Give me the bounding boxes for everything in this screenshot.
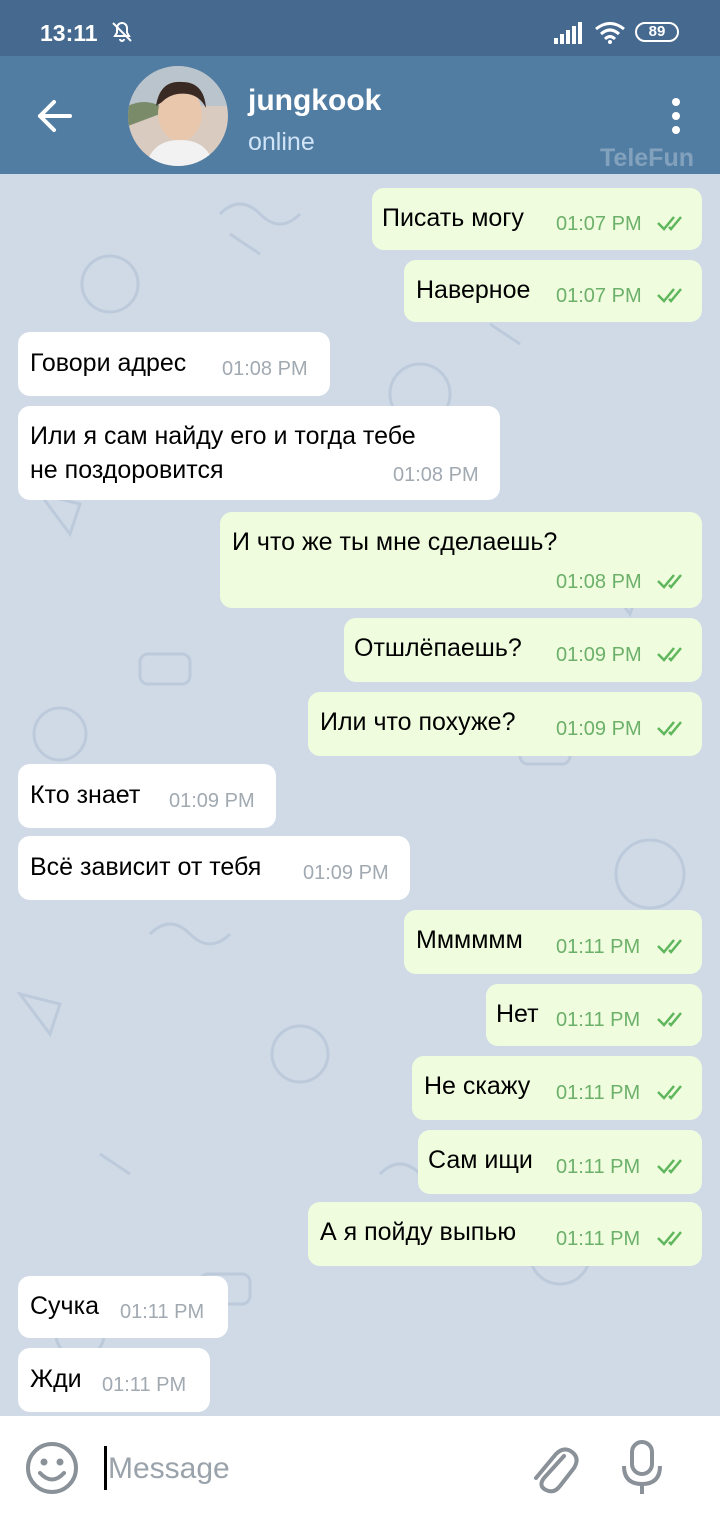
- battery-indicator: 89: [635, 22, 679, 42]
- message-bubble-outgoing[interactable]: И что же ты мне сделаешь? 01:08 PM: [220, 512, 702, 608]
- message-text: Или я сам найду его и тогда тебе: [30, 422, 416, 450]
- status-bar: 13:11 89: [0, 0, 720, 56]
- message-time: 01:07 PM: [556, 285, 642, 307]
- message-text: Кто знает: [30, 781, 141, 809]
- message-bubble-outgoing[interactable]: Или что похуже? 01:09 PM: [308, 692, 702, 756]
- smiley-icon[interactable]: [24, 1440, 80, 1496]
- message-text: Жди: [30, 1365, 82, 1393]
- double-check-icon: [657, 647, 682, 662]
- message-text: Говори адрес: [30, 349, 187, 377]
- wifi-icon: [595, 22, 625, 44]
- arrow-left-icon[interactable]: [30, 96, 78, 136]
- message-time: 01:09 PM: [556, 718, 642, 740]
- message-time: 01:09 PM: [303, 862, 389, 884]
- message-time: 01:11 PM: [120, 1301, 205, 1323]
- message-input[interactable]: [106, 1446, 510, 1492]
- status-time: 13:11: [40, 20, 98, 46]
- message-text: Нет: [496, 1000, 539, 1028]
- message-time: 01:11 PM: [556, 1009, 641, 1031]
- double-check-icon: [657, 1231, 682, 1246]
- signal-icon: [554, 22, 582, 44]
- double-check-icon: [657, 288, 682, 303]
- double-check-icon: [657, 1085, 682, 1100]
- message-text: Или что похуже?: [320, 708, 516, 736]
- message-time: 01:11 PM: [556, 936, 641, 958]
- message-bubble-outgoing[interactable]: Сам ищи 01:11 PM: [418, 1130, 702, 1194]
- message-bubble-outgoing[interactable]: Мммммм 01:11 PM: [404, 910, 702, 974]
- avatar[interactable]: [128, 66, 228, 166]
- message-bubble-incoming[interactable]: Жди 01:11 PM: [18, 1348, 210, 1412]
- message-bubble-outgoing[interactable]: Отшлёпаешь? 01:09 PM: [344, 618, 702, 682]
- message-bubble-outgoing[interactable]: Наверное 01:07 PM: [404, 260, 702, 322]
- double-check-icon: [657, 939, 682, 954]
- message-text: Не скажу: [424, 1072, 531, 1100]
- message-text: Сам ищи: [428, 1146, 533, 1174]
- contact-status: online: [248, 128, 315, 156]
- message-bubble-outgoing[interactable]: А я пойду выпью 01:11 PM: [308, 1202, 702, 1266]
- message-text: И что же ты мне сделаешь?: [232, 528, 558, 556]
- more-vertical-icon[interactable]: [664, 96, 688, 136]
- message-bubble-incoming[interactable]: Сучка 01:11 PM: [18, 1276, 228, 1338]
- message-text: Писать могу: [382, 204, 524, 232]
- double-check-icon: [657, 721, 682, 736]
- message-bubble-incoming[interactable]: Говори адрес 01:08 PM: [18, 332, 330, 396]
- double-check-icon: [657, 574, 682, 589]
- message-text: Наверное: [416, 276, 531, 304]
- message-time: 01:11 PM: [556, 1228, 641, 1250]
- message-time: 01:08 PM: [556, 571, 642, 593]
- message-text: Сучка: [30, 1292, 99, 1320]
- message-composer: [0, 1416, 720, 1520]
- double-check-icon: [657, 1159, 682, 1174]
- message-bubble-incoming[interactable]: Кто знает 01:09 PM: [18, 764, 276, 828]
- message-time: 01:08 PM: [393, 464, 479, 486]
- message-time: 01:08 PM: [222, 358, 308, 380]
- watermark: TeleFun: [600, 144, 694, 172]
- chat-header: jungkook online TeleFun: [0, 56, 720, 174]
- double-check-icon: [657, 216, 682, 231]
- contact-name[interactable]: jungkook: [248, 84, 381, 118]
- message-time: 01:11 PM: [102, 1374, 187, 1396]
- message-bubble-outgoing[interactable]: Нет 01:11 PM: [486, 984, 702, 1046]
- message-bubble-outgoing[interactable]: Не скажу 01:11 PM: [412, 1056, 702, 1120]
- message-list[interactable]: Писать могу 01:07 PM Наверное 01:07 PM Г…: [0, 174, 720, 1416]
- message-bubble-incoming[interactable]: Или я сам найду его и тогда тебе не позд…: [18, 406, 500, 500]
- microphone-icon[interactable]: [620, 1438, 664, 1498]
- message-text: Всё зависит от тебя: [30, 853, 262, 881]
- paperclip-icon[interactable]: [524, 1438, 580, 1498]
- message-time: 01:07 PM: [556, 213, 642, 235]
- message-time: 01:11 PM: [556, 1082, 641, 1104]
- message-text: А я пойду выпью: [320, 1218, 517, 1246]
- message-bubble-incoming[interactable]: Всё зависит от тебя 01:09 PM: [18, 836, 410, 900]
- message-text: Мммммм: [416, 926, 523, 954]
- message-bubble-outgoing[interactable]: Писать могу 01:07 PM: [372, 188, 702, 250]
- double-check-icon: [657, 1012, 682, 1027]
- message-time: 01:09 PM: [169, 790, 255, 812]
- message-time: 01:11 PM: [556, 1156, 641, 1178]
- message-time: 01:09 PM: [556, 644, 642, 666]
- bell-off-icon: [112, 21, 132, 42]
- message-text-line2: не поздоровится: [30, 456, 224, 484]
- message-text: Отшлёпаешь?: [354, 634, 522, 662]
